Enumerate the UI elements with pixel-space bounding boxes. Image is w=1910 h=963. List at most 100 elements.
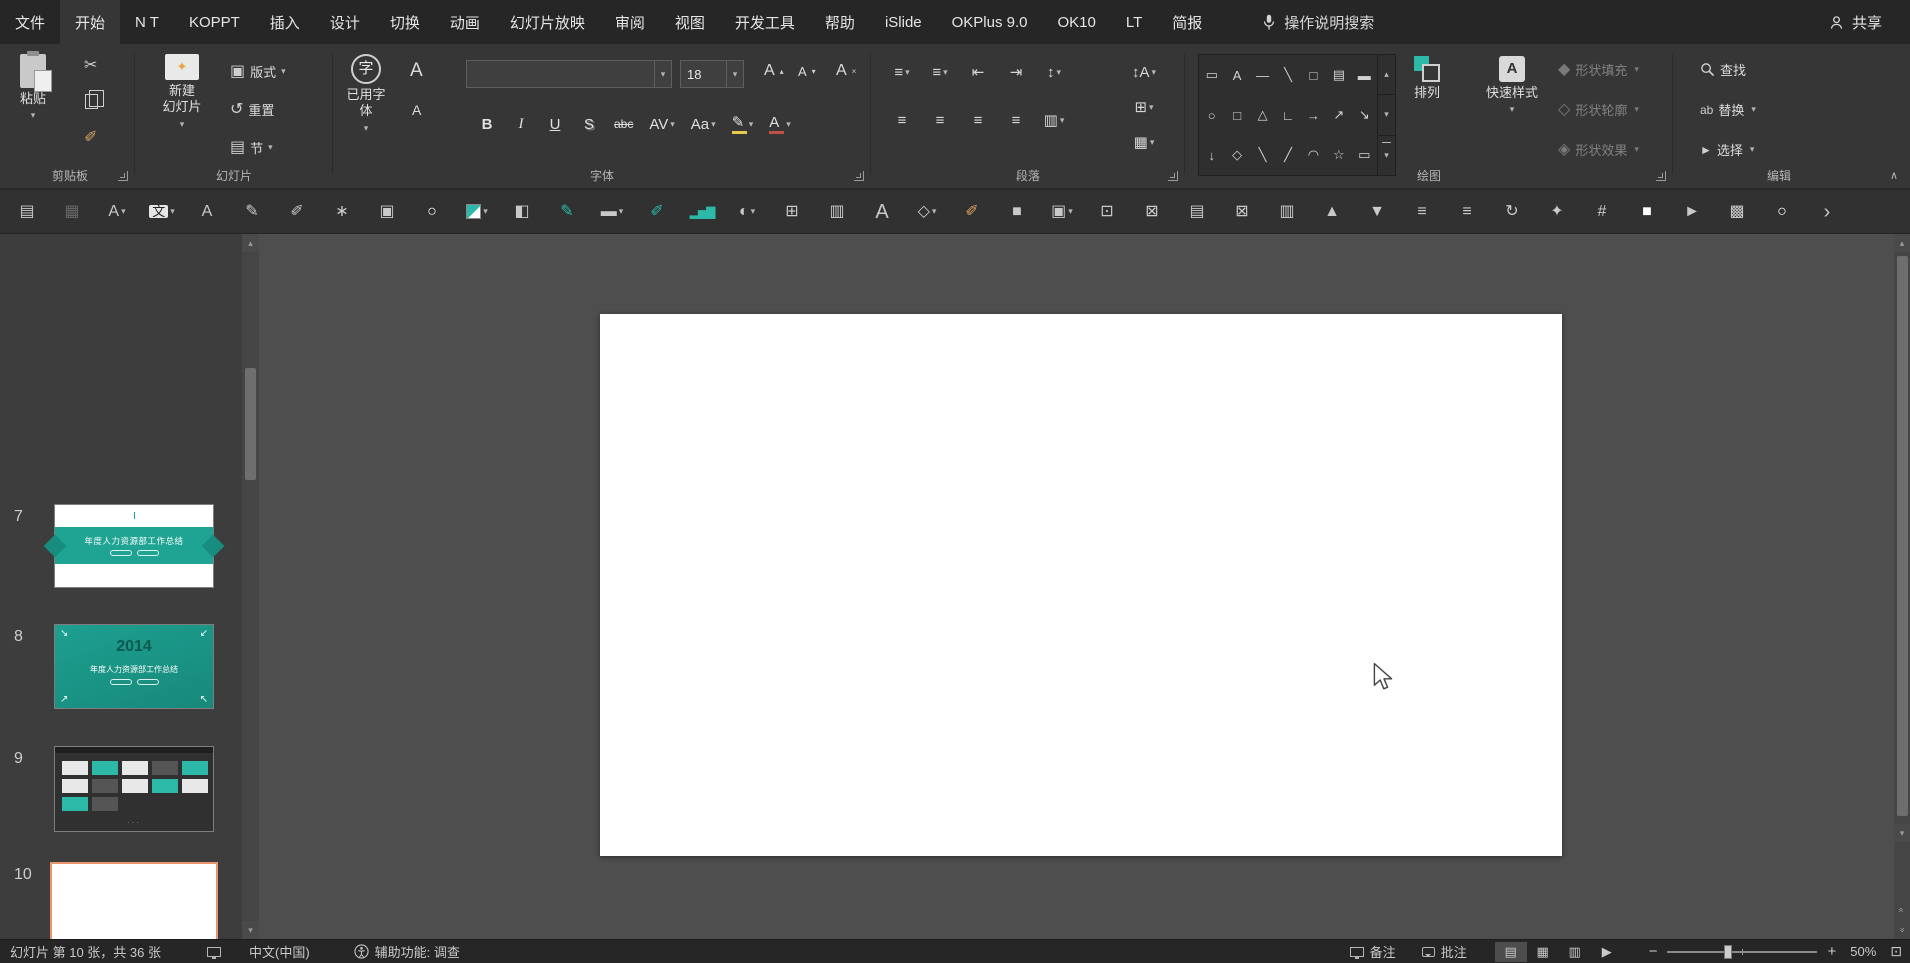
new-slide-button[interactable]: ✦ 新建 幻灯片 ▾ (150, 54, 214, 130)
align-left-button[interactable]: ≡ (888, 106, 916, 134)
text-direction-button[interactable]: ↕A (1130, 58, 1158, 86)
effect-star-icon[interactable]: ∗ (325, 197, 359, 227)
shape-gallery-item[interactable]: ▬ (1352, 55, 1377, 95)
shape-gallery-item[interactable]: □ (1224, 95, 1249, 135)
font-color-button[interactable]: A (765, 110, 795, 138)
text-shadow-button[interactable]: S (576, 110, 602, 138)
pencil-tool-icon[interactable]: ✐ (280, 197, 314, 227)
slide-thumbnail-7[interactable]: 年度人力资源部工作总结 (43, 504, 225, 588)
paragraph-dialog-launcher[interactable] (1168, 171, 1178, 181)
insert-picture-icon[interactable]: ▣ (370, 197, 404, 227)
rotate-object-icon[interactable]: ↻ (1495, 197, 1529, 227)
brush-tool-icon[interactable]: ✐ (640, 197, 674, 227)
menu-tab-koppt[interactable]: KOPPT (174, 0, 255, 44)
zoom-in-button[interactable]: + (1827, 943, 1836, 960)
italic-button[interactable]: I (508, 110, 534, 138)
wordart-style-icon[interactable]: A (190, 197, 224, 227)
theme-color-swatch-icon[interactable] (460, 197, 494, 227)
align-text-button[interactable]: ⊞ (1130, 93, 1158, 121)
ungroup-objects-icon[interactable]: ⊠ (1135, 197, 1169, 227)
insert-textbox-icon[interactable]: A (100, 197, 134, 227)
picture-fill-icon[interactable]: ▣ (1045, 197, 1079, 227)
menu-tab-lt[interactable]: LT (1111, 0, 1157, 44)
bring-forward-icon[interactable]: ▲ (1315, 197, 1349, 227)
thumbnail-scrollbar[interactable]: ▴ ▾ (242, 234, 259, 939)
paste-button[interactable]: 粘贴 ▾ (20, 51, 52, 122)
insert-table-icon[interactable]: ⊞ (775, 197, 809, 227)
menu-tab-file[interactable]: 文件 (0, 0, 60, 44)
bold-button[interactable]: B (474, 110, 500, 138)
slide-thumbnail-10-selected[interactable] (50, 862, 218, 939)
shape-gallery-item[interactable]: — (1250, 55, 1275, 95)
line-spacing-button[interactable]: ↕ (1040, 58, 1068, 86)
scroll-down-button[interactable]: ▾ (242, 921, 259, 939)
select-button[interactable]: ► 选择 (1700, 140, 1754, 159)
crop-tool-icon[interactable]: # (1585, 197, 1619, 227)
format-painter-button[interactable]: ✐ (84, 130, 97, 146)
gallery-down-button[interactable]: ▾ (1378, 94, 1395, 134)
white-fill-icon[interactable]: ■ (1630, 197, 1664, 227)
text-highlight-color-button[interactable]: ✎ (728, 110, 758, 138)
selection-arrow-icon[interactable]: ► (1675, 197, 1709, 227)
reset-button[interactable]: ↺ 重置 (230, 100, 274, 119)
toolbar-overflow-icon[interactable]: › (1810, 197, 1844, 227)
slide-thumbnail-8[interactable]: ↘ ↙ ↗ ↖ 2014 年度人力资源部工作总结 (54, 624, 214, 709)
zoom-slider[interactable] (1667, 944, 1818, 959)
gallery-up-button[interactable]: ▴ (1378, 55, 1395, 94)
share-button[interactable]: 共享 (1829, 0, 1882, 44)
next-slide-button[interactable]: « (1894, 921, 1910, 939)
menu-tab-slideshow[interactable]: 幻灯片放映 (495, 0, 600, 44)
slide-thumbnail-9[interactable]: ··· (54, 746, 214, 832)
scroll-down-button[interactable]: ▾ (1894, 824, 1910, 842)
align-right-button[interactable]: ≡ (964, 106, 992, 134)
color-brush-icon[interactable]: ✐ (955, 197, 989, 227)
scroll-up-button[interactable]: ▴ (242, 234, 259, 252)
shape-gallery-item[interactable]: □ (1301, 55, 1326, 95)
decrease-indent-button[interactable]: ⇤ (964, 58, 992, 86)
menu-tab-help[interactable]: 帮助 (810, 0, 870, 44)
shape-gallery-item[interactable]: ∟ (1275, 95, 1300, 135)
shape-gallery-item[interactable]: ↘ (1352, 95, 1377, 135)
duplicate-slide-icon[interactable]: ▥ (1270, 197, 1304, 227)
increase-font-size-button[interactable]: A ▴ (764, 62, 784, 80)
clipboard-icon[interactable]: ▦ (55, 197, 89, 227)
highlighter-tool-icon[interactable]: ▬ (595, 197, 629, 227)
shape-fill-button[interactable]: ◆ 形状填充 (1558, 60, 1639, 79)
shape-gallery-item[interactable]: ▭ (1199, 55, 1224, 95)
menu-tab-design[interactable]: 设计 (315, 0, 375, 44)
find-button[interactable]: 查找 (1700, 60, 1746, 79)
font-size-input[interactable] (681, 66, 726, 82)
zoom-slider-thumb[interactable] (1724, 944, 1733, 959)
collapse-ribbon-button[interactable]: ∧ (1890, 169, 1898, 182)
font-size-dropdown[interactable] (726, 61, 743, 87)
zoom-percentage[interactable]: 50% (1850, 944, 1876, 959)
shape-gallery-item[interactable]: △ (1250, 95, 1275, 135)
columns-button[interactable]: ▥ (1040, 106, 1068, 134)
paste-options-icon[interactable]: ▤ (10, 197, 44, 227)
fill-color-icon[interactable]: ◧ (505, 197, 539, 227)
send-backward-icon[interactable]: ▼ (1360, 197, 1394, 227)
strikethrough-button[interactable]: abc (610, 110, 637, 138)
font-name-dropdown[interactable] (654, 61, 671, 87)
drawing-dialog-launcher[interactable] (1656, 171, 1666, 181)
language-indicator[interactable]: 中文(中国) (249, 942, 310, 961)
convert-to-smartart-button[interactable]: ▦ (1130, 128, 1158, 156)
shape-effects-button[interactable]: ◈ 形状效果 (1558, 140, 1639, 159)
font-dialog-launcher[interactable] (854, 171, 864, 181)
underline-button[interactable]: U (542, 110, 568, 138)
eyedropper-icon[interactable]: ✦ (1540, 197, 1574, 227)
comment-box-icon[interactable]: ▤ (1180, 197, 1214, 227)
character-spacing-button[interactable]: AV (645, 110, 678, 138)
oval-shape-icon[interactable]: ○ (415, 197, 449, 227)
circle-outline-icon[interactable]: ○ (1765, 197, 1799, 227)
ink-pen-icon[interactable]: ✎ (550, 197, 584, 227)
increase-indent-button[interactable]: ⇥ (1002, 58, 1030, 86)
scrollbar-thumb[interactable] (245, 368, 256, 480)
comments-button[interactable]: 批注 (1421, 942, 1467, 961)
clear-formatting-button[interactable]: A × (836, 62, 856, 80)
menu-tab-islide[interactable]: iSlide (870, 0, 937, 44)
font-style-a-bottom-button[interactable]: A (412, 102, 421, 118)
previous-slide-button[interactable]: « (1894, 901, 1910, 919)
menu-tab-view[interactable]: 视图 (660, 0, 720, 44)
scrollbar-thumb[interactable] (1897, 256, 1908, 816)
